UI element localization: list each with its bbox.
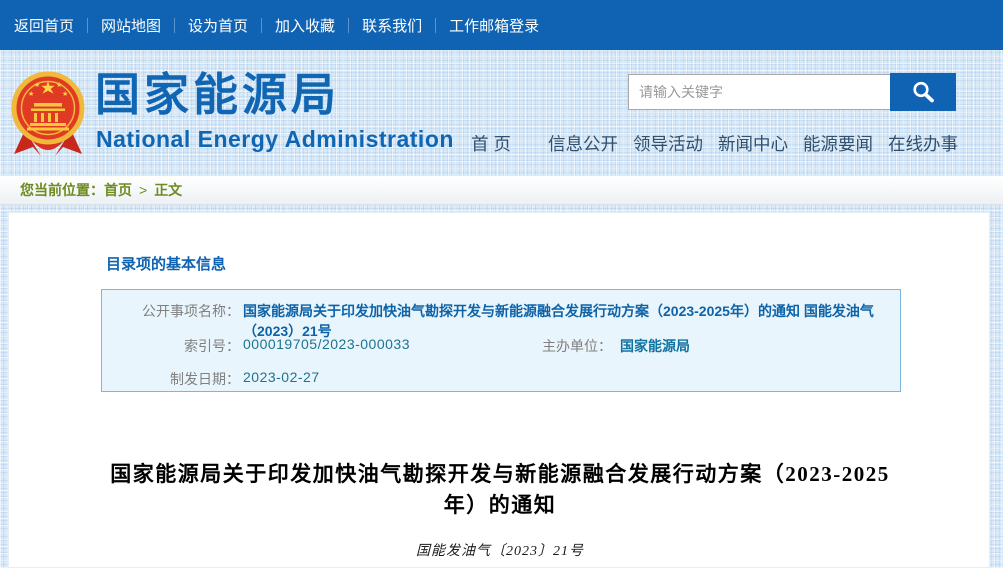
topbar-link-sitemap[interactable]: 网站地图 bbox=[101, 15, 161, 36]
divider bbox=[87, 18, 88, 33]
breadcrumb-link-article[interactable]: 正文 bbox=[154, 180, 182, 200]
site-title-en: National Energy Administration bbox=[96, 126, 454, 153]
divider bbox=[348, 18, 349, 33]
breadcrumb: 您当前位置： 首页 > 正文 bbox=[0, 175, 1003, 205]
topbar-link-favorites[interactable]: 加入收藏 bbox=[275, 15, 335, 36]
document-number: 国能发油气〔2023〕21号 bbox=[100, 540, 900, 560]
topbar-link-set-homepage[interactable]: 设为首页 bbox=[188, 15, 248, 36]
nav-item-leadership[interactable]: 领导活动 bbox=[633, 131, 703, 156]
nav-item-online-services[interactable]: 在线办事 bbox=[888, 131, 958, 156]
page: 返回首页 网站地图 设为首页 加入收藏 联系我们 工作邮箱登录 ★ ★ ★ ★ bbox=[0, 0, 1003, 568]
catalog-info-table: 公开事项名称： 国家能源局关于印发加快油气勘探开发与新能源融合发展行动方案（20… bbox=[101, 289, 901, 392]
divider bbox=[261, 18, 262, 33]
search-input[interactable] bbox=[628, 74, 890, 110]
site-title-cn: 国家能源局 bbox=[95, 70, 340, 120]
svg-text:★: ★ bbox=[56, 81, 62, 89]
top-utility-bar: 返回首页 网站地图 设为首页 加入收藏 联系我们 工作邮箱登录 bbox=[0, 0, 1003, 50]
table-row: 公开事项名称： 国家能源局关于印发加快油气勘探开发与新能源融合发展行动方案（20… bbox=[102, 301, 900, 341]
table-row: 制发日期： 2023-02-27 bbox=[102, 369, 900, 389]
content-panel: 目录项的基本信息 公开事项名称： 国家能源局关于印发加快油气勘探开发与新能源融合… bbox=[8, 212, 990, 568]
row-label: 公开事项名称： bbox=[102, 301, 240, 341]
national-emblem-icon: ★ ★ ★ ★ bbox=[10, 70, 86, 167]
nav-item-news-center[interactable]: 新闻中心 bbox=[718, 131, 788, 156]
main-nav: 首 页 信息公开 领导活动 新闻中心 能源要闻 在线办事 bbox=[471, 131, 958, 156]
nav-item-energy-news[interactable]: 能源要闻 bbox=[803, 131, 873, 156]
disclosure-item-name-value: 国家能源局关于印发加快油气勘探开发与新能源融合发展行动方案（2023-2025年… bbox=[243, 301, 900, 341]
search-icon bbox=[910, 80, 936, 104]
row-label: 制发日期： bbox=[102, 369, 240, 389]
row-label: 主办单位： bbox=[514, 336, 612, 356]
divider bbox=[435, 18, 436, 33]
divider bbox=[174, 18, 175, 33]
catalog-info-heading: 目录项的基本信息 bbox=[106, 253, 226, 274]
search-button[interactable] bbox=[890, 73, 956, 111]
breadcrumb-separator: > bbox=[139, 182, 147, 198]
svg-text:★: ★ bbox=[34, 81, 40, 89]
topbar-link-mail-login[interactable]: 工作邮箱登录 bbox=[449, 15, 539, 36]
issue-date-value: 2023-02-27 bbox=[243, 369, 320, 389]
issuing-unit-value: 国家能源局 bbox=[620, 336, 690, 356]
row-label: 索引号： bbox=[102, 336, 240, 356]
breadcrumb-link-home[interactable]: 首页 bbox=[104, 180, 132, 200]
breadcrumb-prefix: 您当前位置： bbox=[20, 180, 104, 200]
table-row: 索引号： 000019705/2023-000033 主办单位： 国家能源局 bbox=[102, 336, 900, 356]
nav-item-info-disclosure[interactable]: 信息公开 bbox=[548, 131, 618, 156]
svg-text:★: ★ bbox=[28, 90, 34, 98]
topbar-link-home[interactable]: 返回首页 bbox=[14, 15, 74, 36]
nav-item-home[interactable]: 首 页 bbox=[471, 131, 511, 156]
index-number-value: 000019705/2023-000033 bbox=[243, 336, 410, 356]
svg-text:★: ★ bbox=[62, 90, 68, 98]
topbar-link-contact[interactable]: 联系我们 bbox=[362, 15, 422, 36]
article-title: 国家能源局关于印发加快油气勘探开发与新能源融合发展行动方案（2023-2025年… bbox=[100, 459, 900, 521]
